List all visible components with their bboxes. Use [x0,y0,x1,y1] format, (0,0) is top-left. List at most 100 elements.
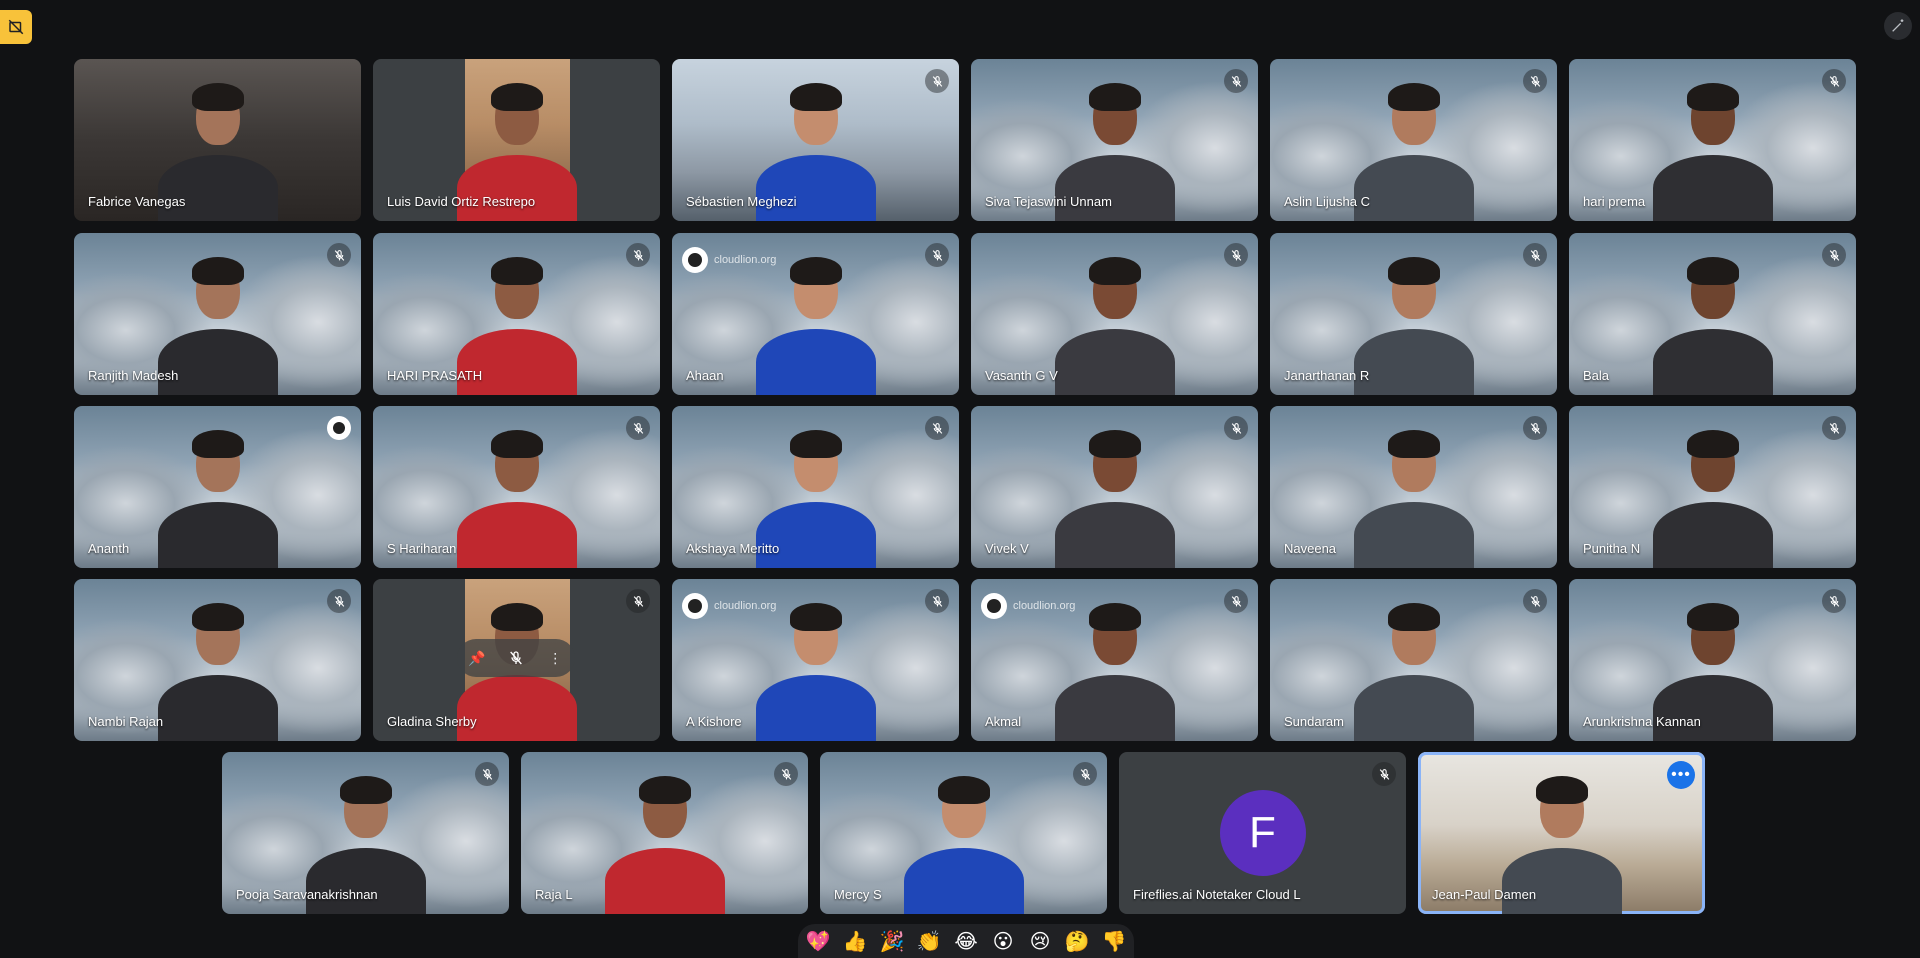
mic-off-icon [925,416,949,440]
participant-row: Fabrice Vanegas Luis David Ortiz Restrepo… [74,59,1856,221]
participant-tile[interactable]: cloudlion.org Ahaan [672,233,959,395]
mic-off-icon [925,589,949,613]
participant-name: Naveena [1284,541,1337,556]
party-popper-reaction-icon[interactable]: 🎉 [878,927,906,955]
mic-off-icon [1523,243,1547,267]
surprised-reaction-icon[interactable]: 😮 [989,927,1017,955]
participant-tile[interactable]: Raja L [521,752,808,914]
participant-name: Pooja Saravanakrishnan [236,887,378,902]
mic-off-icon [626,589,650,613]
participant-video [903,764,1024,914]
participant-tile[interactable]: Ananth [74,406,361,568]
participant-tile[interactable]: cloudlion.org A Kishore [672,579,959,741]
participant-tile[interactable]: Bala [1569,233,1856,395]
participant-video [1353,71,1474,221]
clapping-hands-reaction-icon[interactable]: 👏 [915,927,943,955]
mic-off-icon [925,243,949,267]
tile-hover-controls: 📌 ⋮ [457,639,575,677]
participant-name: S Hariharan [387,541,457,556]
participant-name: Punitha N [1583,541,1641,556]
participant-tile[interactable]: Naveena [1270,406,1557,568]
participant-tile[interactable]: Punitha N [1569,406,1856,568]
mute-participant-icon[interactable] [508,650,524,666]
mic-off-icon [925,69,949,93]
participant-name: Jean-Paul Damen [1432,887,1537,902]
participant-tile[interactable]: Arunkrishna Kannan [1569,579,1856,741]
participant-name: Janarthanan R [1284,368,1370,383]
participant-name: Ahaan [686,368,724,383]
participant-tile[interactable]: Luis David Ortiz Restrepo [373,59,660,221]
participant-tile[interactable]: F Fireflies.ai Notetaker Cloud L [1119,752,1406,914]
participant-name: Sundaram [1284,714,1344,729]
participant-video [157,591,278,741]
participant-tile[interactable]: Siva Tejaswini Unnam [971,59,1258,221]
participant-tile[interactable]: Janarthanan R [1270,233,1557,395]
participant-video [456,418,577,568]
participant-tile[interactable]: Sébastien Meghezi [672,59,959,221]
tears-of-joy-reaction-icon[interactable]: 😂 [952,927,980,955]
participant-tile[interactable]: ••• Jean-Paul Damen [1418,752,1705,914]
participant-name: Akmal [985,714,1022,729]
participant-tile[interactable]: Akshaya Meritto [672,406,959,568]
watermark-text: cloudlion.org [1013,600,1076,612]
more-options-icon[interactable]: ⋮ [547,650,563,666]
participant-tile[interactable]: hari prema [1569,59,1856,221]
participant-name: Bala [1583,368,1610,383]
avatar-badge-icon [327,416,351,440]
participant-tile[interactable]: cloudlion.org Akmal [971,579,1258,741]
thumbs-down-reaction-icon[interactable]: 👎 [1100,927,1128,955]
participant-tile[interactable]: Pooja Saravanakrishnan [222,752,509,914]
mic-off-icon [1822,69,1846,93]
participant-tile[interactable]: Sundaram [1270,579,1557,741]
participant-name: Sébastien Meghezi [686,194,797,209]
reaction-bar: 💖 👍 🎉 👏 😂 😮 😢 🤔 👎 [798,924,1134,958]
lion-logo-icon [682,247,708,273]
background-watermark: cloudlion.org [682,247,776,273]
more-options-button[interactable]: ••• [1667,761,1695,789]
participant-tile[interactable]: Mercy S [820,752,1107,914]
participant-tile[interactable]: Vasanth G V [971,233,1258,395]
participant-video [1353,245,1474,395]
participant-name: Siva Tejaswini Unnam [985,194,1112,209]
participant-row: Ananth S Hariharan Akshaya Meritto Vivek V N… [74,406,1856,568]
participant-tile[interactable]: 📌 ⋮ Gladina Sherby [373,579,660,741]
participant-video [604,764,725,914]
participant-tile[interactable]: Nambi Rajan [74,579,361,741]
participant-tile[interactable]: HARI PRASATH [373,233,660,395]
participant-name: A Kishore [686,714,742,729]
participant-video [1652,71,1773,221]
participant-tile[interactable]: S Hariharan [373,406,660,568]
mic-off-icon [626,243,650,267]
participant-name: Vivek V [985,541,1029,556]
participant-name: Fabrice Vanegas [88,194,186,209]
mic-off-icon [774,762,798,786]
pin-icon[interactable]: 📌 [468,650,485,666]
participant-row: Pooja Saravanakrishnan Raja L Mercy S F Fire… [222,752,1705,914]
participant-tile[interactable]: Fabrice Vanegas [74,59,361,221]
participant-name: Fireflies.ai Notetaker Cloud L [1133,887,1301,902]
lion-logo-icon [981,593,1007,619]
mic-off-icon [1224,69,1248,93]
participant-row: Ranjith Madesh HARI PRASATH cloudlion.org A… [74,233,1856,395]
participant-name: Mercy S [834,887,882,902]
mic-off-icon [1523,69,1547,93]
lion-logo-icon [682,593,708,619]
mic-off-icon [1822,589,1846,613]
participant-grid: Fabrice Vanegas Luis David Ortiz Restrepo… [0,0,1920,957]
mic-off-icon [1523,416,1547,440]
mic-off-icon [475,762,499,786]
participant-tile[interactable]: Vivek V [971,406,1258,568]
background-watermark: cloudlion.org [682,593,776,619]
thinking-reaction-icon[interactable]: 🤔 [1063,927,1091,955]
watermark-text: cloudlion.org [714,600,777,612]
participant-video [1652,418,1773,568]
mic-off-icon [327,589,351,613]
participant-name: Vasanth G V [985,368,1058,383]
participant-tile[interactable]: Aslin Lijusha C [1270,59,1557,221]
mic-off-icon [626,416,650,440]
thumbs-up-reaction-icon[interactable]: 👍 [841,927,869,955]
participant-name: Nambi Rajan [88,714,164,729]
sad-reaction-icon[interactable]: 😢 [1026,927,1054,955]
sparkling-heart-reaction-icon[interactable]: 💖 [804,927,832,955]
participant-tile[interactable]: Ranjith Madesh [74,233,361,395]
